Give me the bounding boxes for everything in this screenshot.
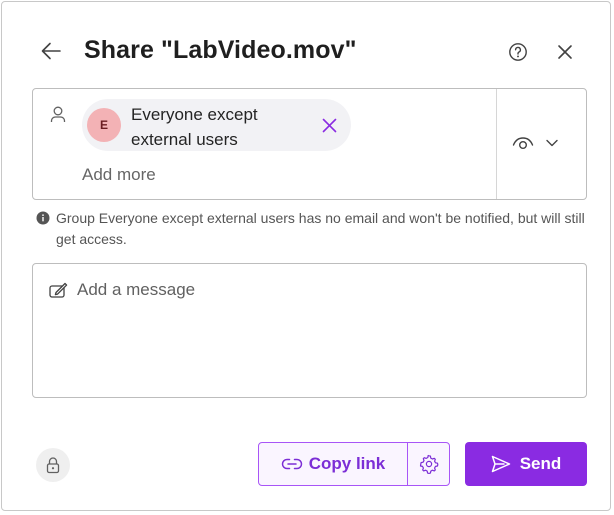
info-icon bbox=[36, 211, 50, 225]
add-more-input[interactable]: Add more bbox=[82, 165, 282, 185]
chevron-down-icon bbox=[546, 139, 558, 147]
link-options-button[interactable] bbox=[408, 443, 449, 485]
recipient-name: Everyone except external users bbox=[131, 105, 258, 149]
arrow-left-icon bbox=[41, 42, 61, 60]
recipient-avatar: E bbox=[87, 108, 121, 142]
help-button[interactable] bbox=[504, 38, 532, 66]
close-button[interactable] bbox=[551, 38, 579, 66]
divider bbox=[496, 89, 497, 199]
gear-icon bbox=[419, 454, 438, 474]
copy-link-button[interactable]: Copy link bbox=[259, 443, 407, 485]
share-dialog: Share "LabVideo.mov" E Everyone except e… bbox=[1, 1, 611, 511]
dialog-title: Share "LabVideo.mov" bbox=[84, 36, 357, 64]
close-icon bbox=[558, 45, 572, 59]
message-field[interactable] bbox=[32, 263, 587, 398]
send-label: Send bbox=[519, 454, 562, 473]
copy-link-group: Copy link bbox=[258, 442, 450, 486]
send-icon bbox=[491, 455, 510, 473]
link-settings-button[interactable] bbox=[36, 448, 70, 482]
back-button[interactable] bbox=[36, 36, 66, 66]
send-button[interactable]: Send bbox=[465, 442, 587, 486]
notice-text: Group Everyone except external users has… bbox=[56, 210, 585, 247]
person-icon bbox=[50, 106, 66, 122]
question-circle-icon bbox=[509, 43, 527, 61]
eye-icon bbox=[512, 137, 534, 149]
permission-dropdown[interactable] bbox=[512, 129, 572, 157]
recipient-chip: E Everyone except external users bbox=[82, 99, 351, 151]
copy-link-label: Copy link bbox=[308, 454, 386, 473]
link-icon bbox=[281, 458, 302, 470]
compose-icon bbox=[49, 282, 68, 298]
lock-icon bbox=[46, 457, 60, 474]
recipients-field[interactable]: E Everyone except external users Add mor… bbox=[32, 88, 587, 200]
remove-recipient-button[interactable] bbox=[318, 114, 340, 136]
message-input[interactable] bbox=[77, 276, 567, 304]
close-icon bbox=[322, 118, 336, 132]
